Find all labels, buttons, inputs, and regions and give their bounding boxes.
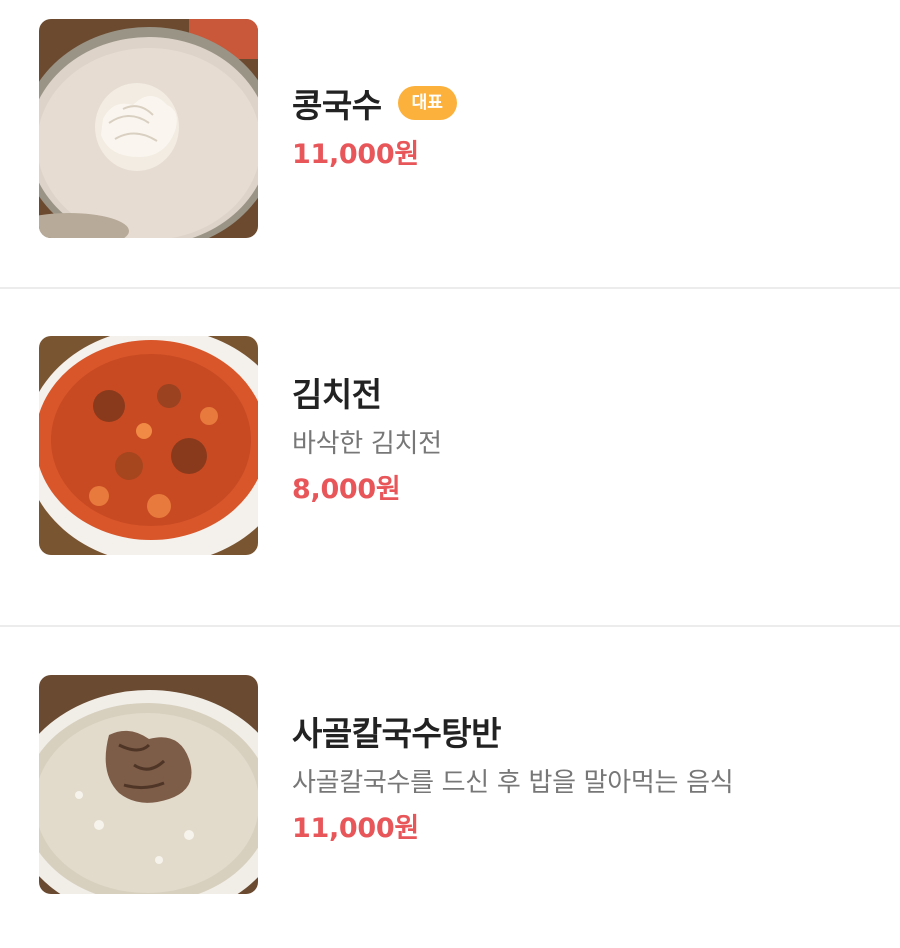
menu-price: 11,000원 (292, 139, 419, 170)
menu-item-kongguksu[interactable]: 콩국수 대표 11,000원 (0, 0, 900, 289)
signature-badge: 대표 (397, 86, 457, 120)
menu-name: 콩국수 (292, 86, 382, 125)
menu-price: 11,000원 (292, 813, 419, 844)
kongguksu-photo-icon (39, 19, 258, 238)
name-row: 김치전 (292, 368, 880, 416)
menu-item-info: 김치전 바삭한 김치전 8,000원 (292, 368, 880, 510)
sagol-kalguksu-photo-icon (39, 675, 258, 894)
kimchijeon-photo-icon (39, 336, 258, 555)
menu-price: 8,000원 (292, 474, 401, 505)
sagol-kalguksu-photo[interactable] (39, 675, 258, 894)
menu-description: 바삭한 김치전 (292, 429, 442, 459)
menu-list: 콩국수 대표 11,000원 김치전 바삭한 김치전 8,000원 사골칼국수탕… (0, 0, 900, 948)
menu-name: 김치전 (292, 375, 382, 414)
name-row: 콩국수 대표 (292, 79, 880, 127)
menu-item-kimchijeon[interactable]: 김치전 바삭한 김치전 8,000원 (0, 289, 900, 627)
name-row: 사골칼국수탕반 (292, 707, 880, 755)
menu-item-sagol-kalguksu-tangban[interactable]: 사골칼국수탕반 사골칼국수를 드신 후 밥을 말아먹는 음식 11,000원 (0, 627, 900, 948)
menu-item-info: 콩국수 대표 11,000원 (292, 79, 880, 175)
menu-item-info: 사골칼국수탕반 사골칼국수를 드신 후 밥을 말아먹는 음식 11,000원 (292, 707, 880, 849)
menu-description: 사골칼국수를 드신 후 밥을 말아먹는 음식 (292, 768, 734, 798)
menu-name: 사골칼국수탕반 (292, 714, 502, 753)
kongguksu-photo[interactable] (39, 19, 258, 238)
kimchijeon-photo[interactable] (39, 336, 258, 555)
